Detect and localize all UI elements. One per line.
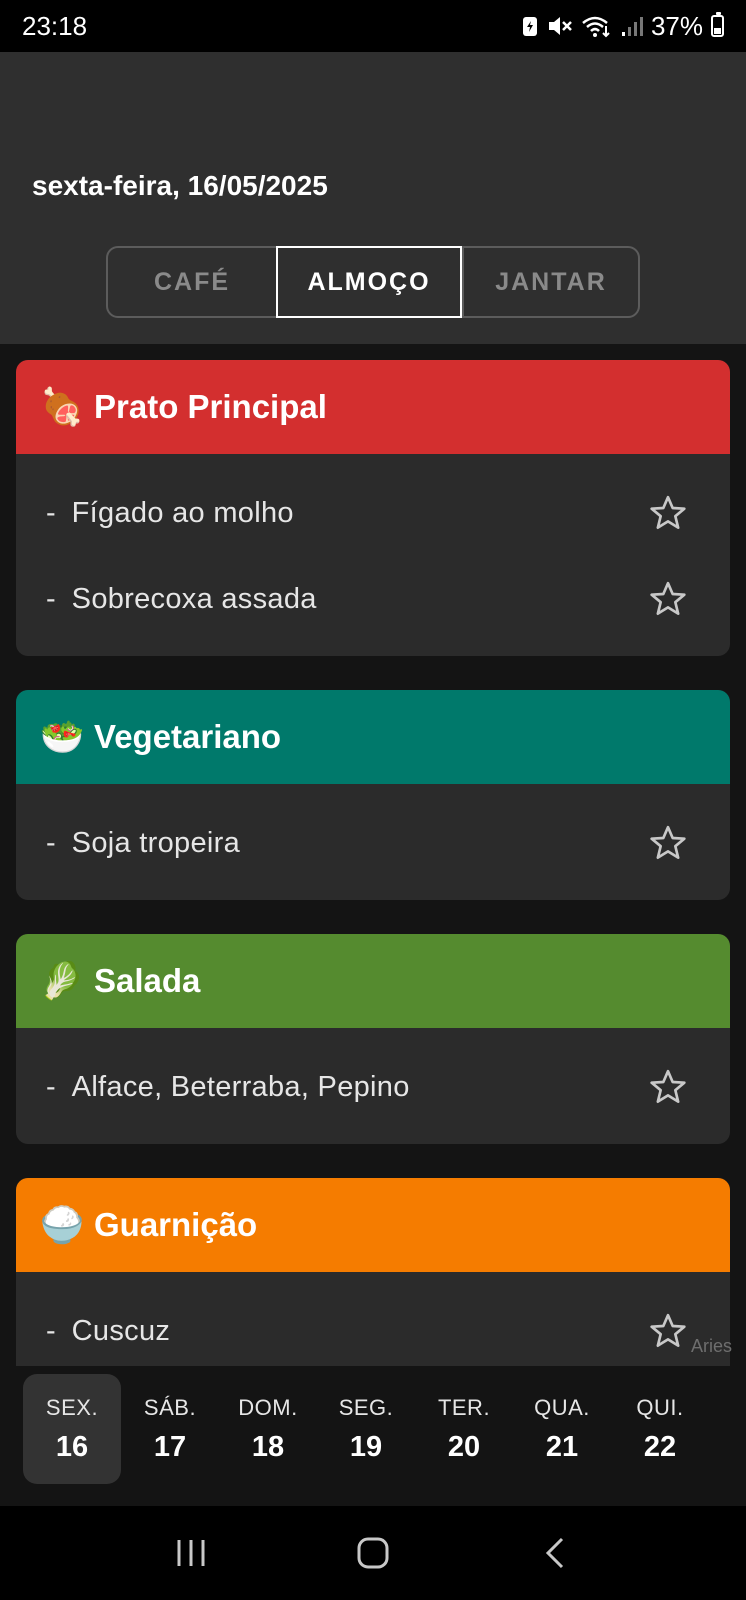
list-item: - Cuscuz bbox=[16, 1288, 730, 1366]
meat-icon: 🍖 bbox=[39, 386, 85, 427]
battery-saver-icon bbox=[522, 17, 537, 36]
section-title: Vegetariano bbox=[94, 718, 282, 755]
day-name: SÁB. bbox=[143, 1394, 197, 1420]
section-card-prato-principal: 🍖 Prato Principal - Fígado ao molho - So… bbox=[16, 360, 730, 656]
item-label: Soja tropeira bbox=[71, 826, 240, 859]
status-bar: 23:18 37% bbox=[0, 0, 746, 52]
item-bullet: - bbox=[46, 1070, 56, 1103]
day-number: 22 bbox=[643, 1430, 677, 1463]
list-item: - Sobrecoxa assada bbox=[16, 556, 730, 642]
item-bullet: - bbox=[46, 582, 56, 615]
tab-almoco[interactable]: ALMOÇO bbox=[276, 246, 462, 318]
day-item-seg[interactable]: SEG. 19 bbox=[317, 1374, 415, 1484]
home-icon bbox=[357, 1537, 389, 1569]
page-date: sexta-feira, 16/05/2025 bbox=[32, 170, 328, 201]
star-icon[interactable] bbox=[648, 579, 688, 619]
list-item: - Alface, Beterraba, Pepino bbox=[16, 1044, 730, 1130]
section-header: 🍚 Guarnição bbox=[16, 1178, 730, 1272]
wifi-icon bbox=[582, 16, 610, 38]
battery-percent: 37% bbox=[650, 10, 703, 41]
section-header: 🍖 Prato Principal bbox=[16, 360, 730, 454]
day-number: 21 bbox=[545, 1430, 579, 1463]
tab-jantar[interactable]: JANTAR bbox=[462, 248, 638, 316]
item-label: Cuscuz bbox=[71, 1314, 171, 1347]
day-item-ter[interactable]: TER. 20 bbox=[415, 1374, 513, 1484]
day-name: QUI. bbox=[636, 1394, 684, 1420]
day-item-sex[interactable]: SEX. 16 bbox=[23, 1374, 121, 1484]
leafy-green-icon: 🥬 bbox=[39, 960, 85, 1001]
section-title: Guarnição bbox=[94, 1206, 258, 1243]
item-label: Sobrecoxa assada bbox=[71, 582, 317, 615]
day-selector: SEX. 16 SÁB. 17 DOM. 18 SEG. 19 TER. 20 … bbox=[0, 1366, 746, 1506]
menu-list[interactable]: 🍖 Prato Principal - Fígado ao molho - So… bbox=[0, 344, 746, 1366]
day-name: TER. bbox=[437, 1394, 491, 1420]
day-number: 16 bbox=[55, 1430, 89, 1463]
day-name: DOM. bbox=[238, 1394, 298, 1420]
mute-icon bbox=[548, 17, 572, 35]
section-header: 🥬 Salada bbox=[16, 934, 730, 1028]
section-title: Salada bbox=[94, 962, 201, 999]
meal-tabs: CAFÉ ALMOÇO JANTAR bbox=[106, 246, 640, 318]
battery-icon bbox=[711, 12, 724, 37]
day-number: 18 bbox=[251, 1430, 285, 1463]
star-icon[interactable] bbox=[648, 493, 688, 533]
item-bullet: - bbox=[46, 496, 56, 529]
recent-apps-button[interactable] bbox=[161, 1523, 221, 1583]
salad-bowl-icon: 🥗 bbox=[39, 716, 85, 757]
star-icon[interactable] bbox=[648, 1311, 688, 1351]
list-item: - Fígado ao molho bbox=[16, 470, 730, 556]
tab-cafe[interactable]: CAFÉ bbox=[108, 248, 276, 316]
star-icon[interactable] bbox=[648, 1067, 688, 1107]
status-icons: 37% bbox=[521, 11, 724, 42]
section-card-salada: 🥬 Salada - Alface, Beterraba, Pepino bbox=[16, 934, 730, 1144]
day-item-qui[interactable]: QUI. 22 bbox=[611, 1374, 709, 1484]
list-item: - Soja tropeira bbox=[16, 800, 730, 886]
day-name: SEG. bbox=[338, 1394, 394, 1420]
recent-apps-icon bbox=[177, 1540, 205, 1566]
signal-icon bbox=[621, 17, 643, 36]
day-name: SEX. bbox=[45, 1394, 99, 1420]
day-item-dom[interactable]: DOM. 18 bbox=[219, 1374, 317, 1484]
status-time: 23:18 bbox=[22, 10, 88, 41]
section-card-vegetariano: 🥗 Vegetariano - Soja tropeira bbox=[16, 690, 730, 900]
section-title: Prato Principal bbox=[94, 388, 327, 425]
star-icon[interactable] bbox=[648, 823, 688, 863]
back-icon bbox=[545, 1537, 564, 1569]
system-nav-bar bbox=[0, 1506, 746, 1600]
section-header: 🥗 Vegetariano bbox=[16, 690, 730, 784]
day-item-qua[interactable]: QUA. 21 bbox=[513, 1374, 611, 1484]
day-item-sab[interactable]: SÁB. 17 bbox=[121, 1374, 219, 1484]
header: sexta-feira, 16/05/2025 CAFÉ ALMOÇO JANT… bbox=[0, 52, 746, 344]
day-name: QUA. bbox=[534, 1394, 590, 1420]
watermark: Aries bbox=[690, 1336, 732, 1356]
item-bullet: - bbox=[46, 1314, 56, 1347]
day-number: 17 bbox=[153, 1430, 187, 1463]
rice-icon: 🍚 bbox=[39, 1204, 85, 1245]
item-bullet: - bbox=[46, 826, 56, 859]
home-button[interactable] bbox=[343, 1523, 403, 1583]
day-number: 19 bbox=[349, 1430, 383, 1463]
item-label: Fígado ao molho bbox=[71, 496, 294, 529]
back-button[interactable] bbox=[525, 1523, 585, 1583]
day-number: 20 bbox=[447, 1430, 481, 1463]
section-card-guarnicao: 🍚 Guarnição - Cuscuz bbox=[16, 1178, 730, 1366]
item-label: Alface, Beterraba, Pepino bbox=[71, 1070, 410, 1103]
